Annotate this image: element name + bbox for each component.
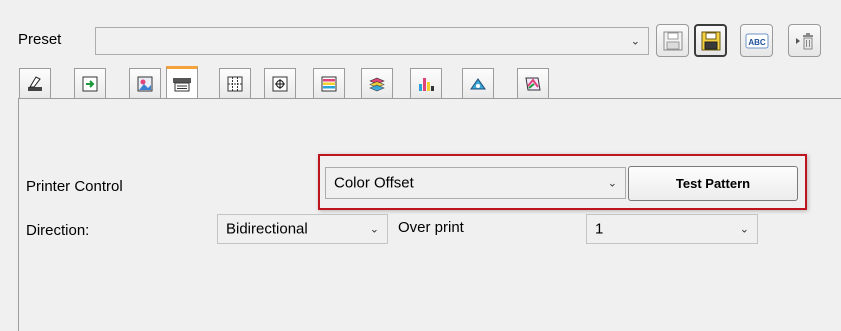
chevron-down-icon: ⌄ [607,176,617,190]
direction-label: Direction: [26,222,90,239]
tab-tiling[interactable] [219,68,251,98]
tab-media[interactable] [19,68,51,98]
abc-icon: ABC [745,33,768,48]
over-print-label: Over print [398,219,464,236]
color-management-icon [525,77,541,90]
image-icon [137,76,153,91]
tab-color-management[interactable] [517,68,549,98]
cutting-icon [470,77,486,89]
chevron-down-icon: ⌄ [369,222,379,236]
chevron-down-icon: ⌄ [630,34,640,48]
floppy-disk-icon [663,31,682,50]
chevron-down-icon: ⌄ [739,222,749,236]
media-icon [28,75,42,91]
save-preset-button[interactable] [656,24,689,57]
svg-text:ABC: ABC [748,38,766,47]
tab-layers[interactable] [361,68,393,98]
preset-combobox[interactable]: ⌄ [95,27,649,55]
layout-icon [82,76,98,91]
color-bars-icon [321,76,337,91]
test-pattern-button[interactable]: Test Pattern [628,166,798,201]
save-as-preset-button[interactable] [694,24,727,57]
registration-icon [272,76,288,91]
trash-icon [795,32,813,49]
ink-levels-icon [419,77,434,91]
rename-preset-button[interactable]: ABC [740,24,773,57]
printer-icon [173,77,191,91]
preset-label: Preset [18,31,62,48]
tab-layout[interactable] [74,68,106,98]
tab-image[interactable] [129,68,161,98]
printer-control-value: Color Offset [334,174,414,192]
over-print-value: 1 [595,220,604,238]
over-print-combobox[interactable]: 1 ⌄ [586,214,758,244]
tab-ink-levels[interactable] [410,68,442,98]
delete-preset-button[interactable] [788,24,821,57]
direction-combobox[interactable]: Bidirectional ⌄ [217,214,388,244]
printer-control-label: Printer Control [26,178,123,195]
tab-printer-control[interactable] [166,66,198,98]
tab-cutting[interactable] [462,68,494,98]
tiling-icon [227,76,243,91]
printer-control-combobox[interactable]: Color Offset ⌄ [325,167,626,199]
tab-color-bars[interactable] [313,68,345,98]
direction-value: Bidirectional [226,220,308,238]
tab-registration[interactable] [264,68,296,98]
floppy-disk-yellow-icon [701,31,720,50]
layers-icon [369,77,385,91]
